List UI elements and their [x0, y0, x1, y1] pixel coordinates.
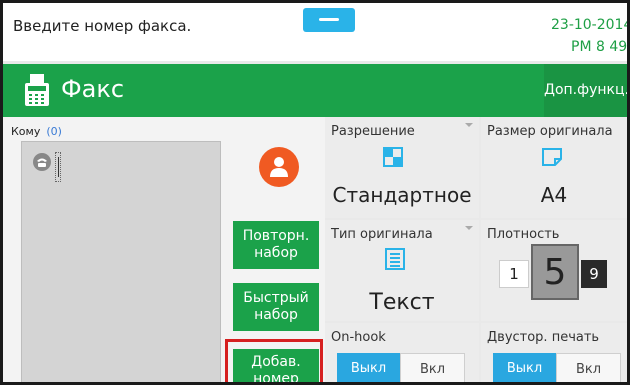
redial-button[interactable]: Повторн. набор: [233, 221, 319, 269]
recipient-label-text: Кому: [11, 125, 41, 138]
recipient-panel: Кому (0): [3, 117, 221, 382]
fax-screen: Введите номер факса. 23-10-2014 PM 8 49 …: [0, 0, 630, 385]
status-date: 23-10-2014: [551, 17, 630, 33]
text-cursor: [58, 157, 59, 177]
title-bar: Факс Доп.функц.: [3, 64, 627, 117]
resolution-title: Разрешение: [331, 124, 415, 139]
on-hook-on-option[interactable]: Вкл: [400, 353, 465, 382]
original-size-tile[interactable]: Размер оригинала A4: [481, 117, 627, 218]
speed-dial-button[interactable]: Быстрый набор: [233, 283, 319, 331]
original-type-title: Тип оригинала: [331, 227, 433, 242]
density-selector[interactable]: 1 5 9: [499, 244, 607, 300]
page-icon: [542, 148, 562, 166]
page-title: Факс: [61, 75, 125, 103]
resolution-value: Стандартное: [332, 183, 472, 207]
on-hook-off-option[interactable]: Выкл: [337, 353, 400, 382]
resolution-tile[interactable]: Разрешение Стандартное: [325, 117, 479, 218]
original-type-value: Текст: [369, 290, 435, 315]
density-high-value: 9: [581, 260, 607, 288]
recipient-count: (0): [46, 125, 62, 138]
on-hook-title: On-hook: [331, 330, 386, 345]
duplex-on-option[interactable]: Вкл: [556, 353, 621, 382]
duplex-off-option[interactable]: Выкл: [493, 353, 556, 382]
add-number-button[interactable]: Добав. номер: [233, 349, 319, 382]
person-icon: [270, 157, 288, 177]
duplex-toggle[interactable]: Выкл Вкл: [493, 353, 621, 382]
status-bar: Введите номер факса. 23-10-2014 PM 8 49: [3, 3, 627, 61]
original-size-title: Размер оригинала: [487, 124, 613, 139]
corner-indicator-icon: [465, 226, 473, 230]
fax-icon: [25, 74, 49, 106]
recipient-label: Кому (0): [11, 125, 62, 138]
address-book-button[interactable]: [259, 147, 299, 187]
text-document-icon: [385, 248, 405, 270]
on-hook-tile: On-hook Выкл Вкл: [325, 323, 479, 382]
original-size-value: A4: [540, 183, 568, 207]
density-low-value: 1: [499, 260, 529, 288]
corner-indicator-icon: [465, 123, 473, 127]
phone-icon: [33, 153, 51, 171]
density-title: Плотность: [487, 227, 560, 242]
density-current-value: 5: [531, 244, 579, 300]
resolution-icon: [383, 147, 403, 167]
fax-number-input[interactable]: [55, 152, 61, 182]
duplex-tile: Двустор. печать Выкл Вкл: [481, 323, 627, 382]
status-time: PM 8 49: [571, 39, 628, 55]
status-message: Введите номер факса.: [13, 17, 192, 35]
recipient-list[interactable]: [21, 141, 221, 382]
notification-handle[interactable]: [303, 8, 355, 32]
action-column: Повторн. набор Быстрый набор Добав. номе…: [221, 117, 325, 382]
extra-functions-button[interactable]: Доп.функц.: [544, 64, 627, 117]
handle-grip-icon: [319, 18, 339, 21]
density-tile[interactable]: Плотность 1 5 9: [481, 220, 627, 321]
duplex-title: Двустор. печать: [487, 330, 600, 345]
original-type-tile[interactable]: Тип оригинала Текст: [325, 220, 479, 321]
on-hook-toggle[interactable]: Выкл Вкл: [337, 353, 465, 382]
